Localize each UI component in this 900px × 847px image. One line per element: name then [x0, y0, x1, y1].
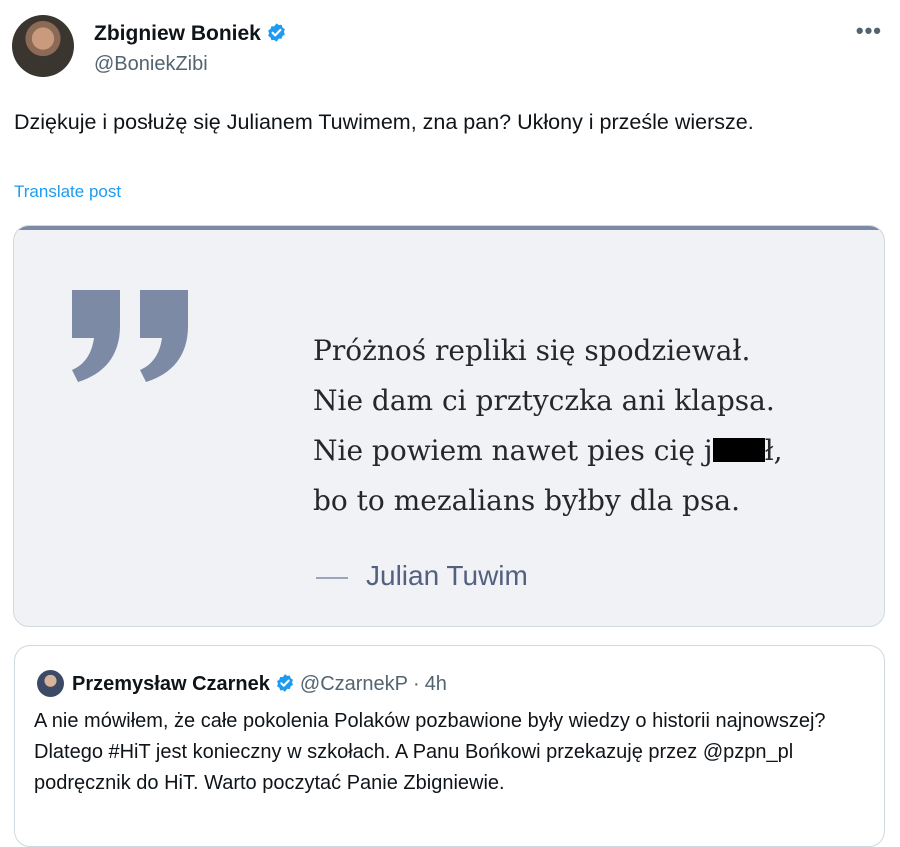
author-name[interactable]: Zbigniew Boniek	[94, 22, 287, 46]
quote-text: Próżnoś repliki się spodziewał. Nie dam …	[313, 326, 783, 526]
quoted-author-header[interactable]: Przemysław Czarnek @CzarnekP · 4h	[72, 673, 447, 696]
meta-separator: ·	[413, 673, 420, 695]
quoted-author-name[interactable]: Przemysław Czarnek	[72, 673, 270, 695]
verified-badge-icon	[268, 23, 285, 42]
translate-post-link[interactable]: Translate post	[14, 182, 121, 202]
author-name-text[interactable]: Zbigniew Boniek	[94, 22, 261, 45]
author-handle[interactable]: @BoniekZibi	[94, 53, 208, 76]
verified-badge-icon	[276, 674, 293, 692]
quote-attribution: Julian Tuwim	[316, 560, 528, 592]
quote-line-4: bo to mezalians byłby dla psa.	[313, 484, 740, 517]
quote-line-2: Nie dam ci prztyczka ani klapsa.	[313, 384, 775, 417]
attribution-name: Julian Tuwim	[366, 560, 528, 591]
more-options-icon[interactable]: •••	[856, 18, 882, 44]
attribution-dash	[316, 576, 348, 579]
media-image-card[interactable]: Próżnoś repliki się spodziewał. Nie dam …	[13, 225, 885, 627]
quoted-post-card[interactable]: Przemysław Czarnek @CzarnekP · 4h A nie mów…	[14, 645, 885, 847]
post-text: Dziękuje i posłużę się Julianem Tuwimem,…	[14, 110, 754, 134]
quoted-author-handle[interactable]: @CzarnekP	[300, 673, 408, 695]
card-top-border	[14, 226, 884, 230]
quoted-post-time[interactable]: 4h	[425, 673, 447, 695]
author-avatar[interactable]	[12, 15, 74, 77]
quote-line-3: Nie powiem nawet pies cię j ł,	[313, 426, 783, 476]
redaction-box	[712, 438, 765, 462]
quote-mark-icon	[72, 290, 188, 382]
quote-line-3-start: Nie powiem nawet pies cię j	[313, 434, 713, 467]
quote-line-3-end: ł,	[764, 434, 783, 467]
quote-line-1: Próżnoś repliki się spodziewał.	[313, 334, 751, 367]
quoted-author-avatar[interactable]	[37, 670, 64, 697]
quoted-post-text: A nie mówiłem, że całe pokolenia Polaków…	[34, 710, 826, 794]
